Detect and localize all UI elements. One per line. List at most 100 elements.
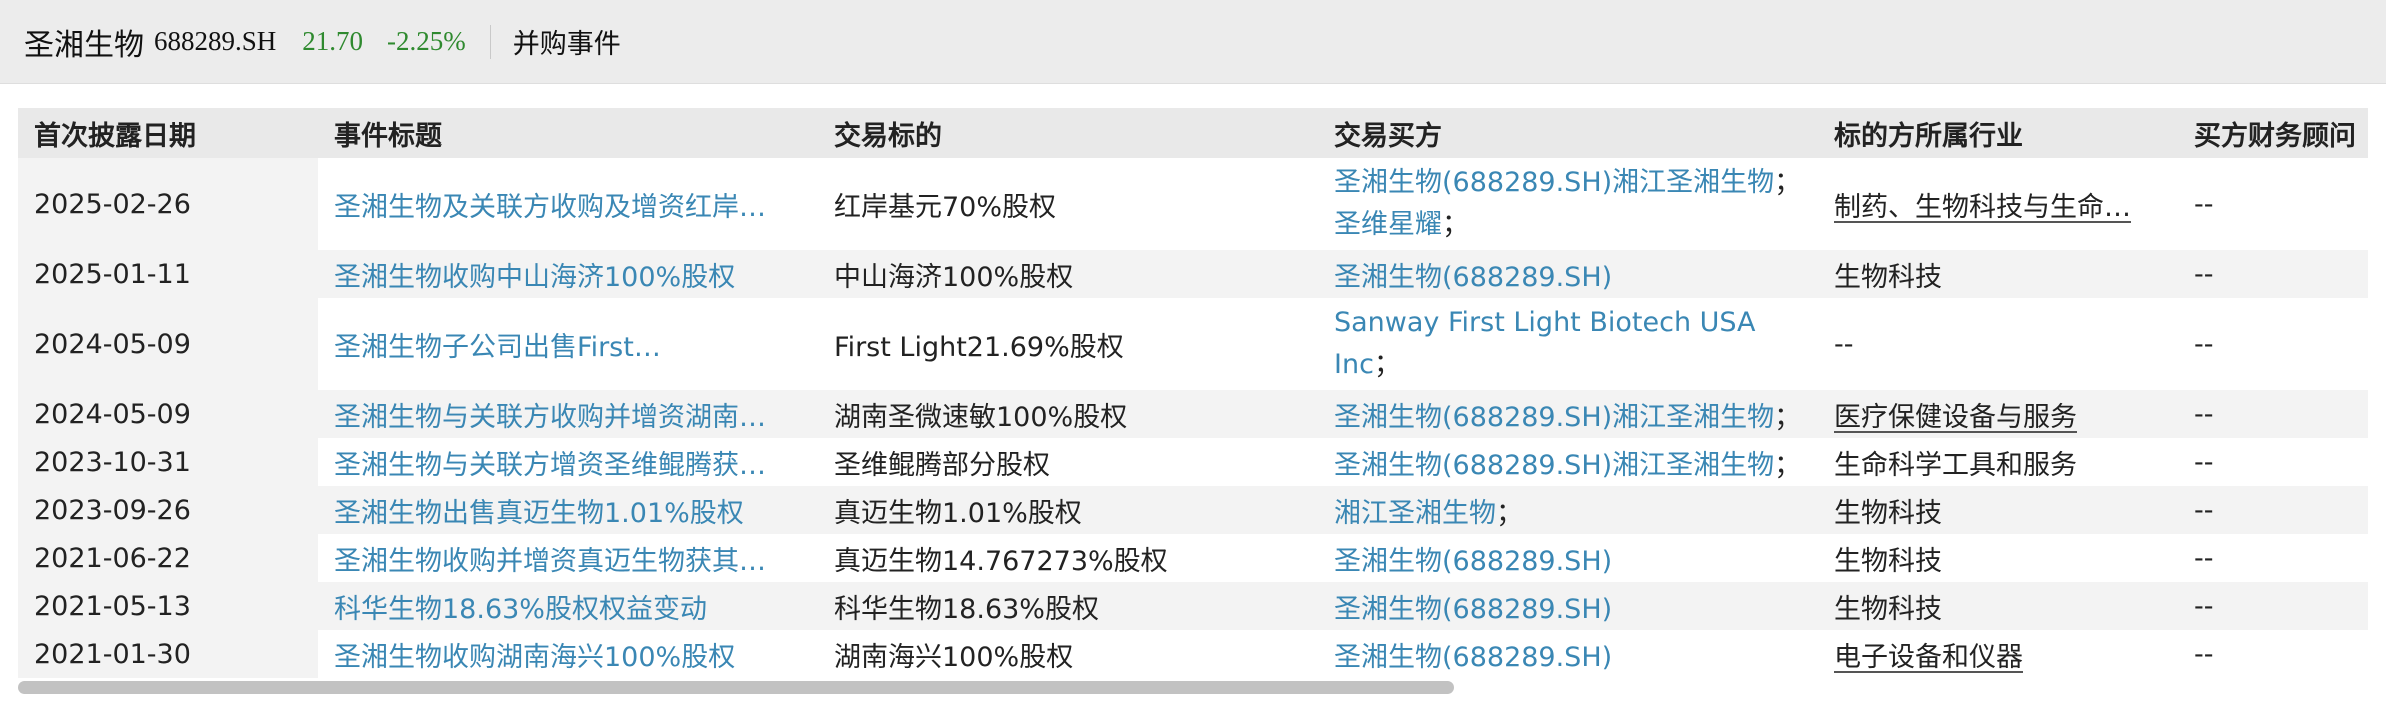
cell-advisor: --: [2178, 630, 2368, 678]
table-row: 2021-05-13 科华生物18.63%股权权益变动 科华生物18.63%股权…: [18, 582, 2368, 630]
table-row: 2023-09-26 圣湘生物出售真迈生物1.01%股权 真迈生物1.01%股权…: [18, 486, 2368, 534]
column-header-buyer[interactable]: 交易买方: [1318, 108, 1818, 158]
cell-advisor: --: [2178, 534, 2368, 582]
cell-title[interactable]: 圣湘生物收购湖南海兴100%股权: [318, 630, 818, 678]
table-header-row: 首次披露日期 事件标题 交易标的 交易买方 标的方所属行业 买方财务顾问: [18, 108, 2368, 158]
cell-date: 2021-05-13: [18, 582, 318, 630]
buyer-link[interactable]: 湘江圣湘生物: [1334, 498, 1496, 529]
buyer-separator: ；: [1774, 449, 1802, 481]
cell-date: 2023-10-31: [18, 438, 318, 486]
cell-target: 真迈生物14.767273%股权: [818, 534, 1318, 582]
cell-advisor: --: [2178, 438, 2368, 486]
table-row: 2025-02-26 圣湘生物及关联方收购及增资红岸… 红岸基元70%股权 圣湘…: [18, 158, 2368, 250]
cell-target: 湖南海兴100%股权: [818, 630, 1318, 678]
buyer-link[interactable]: 圣湘生物(688289.SH): [1334, 262, 1612, 293]
cell-industry: 医疗保健设备与服务: [1818, 390, 2178, 438]
buyer-separator: ；: [1373, 349, 1401, 380]
table-row: 2024-05-09 圣湘生物子公司出售First… First Light21…: [18, 298, 2368, 390]
event-title-link[interactable]: 圣湘生物收购并增资真迈生物获其…: [334, 546, 766, 577]
cell-title[interactable]: 圣湘生物及关联方收购及增资红岸…: [318, 158, 818, 250]
industry-link[interactable]: 医疗保健设备与服务: [1834, 402, 2077, 433]
cell-date: 2025-02-26: [18, 158, 318, 250]
stock-code: 688289.SH: [154, 26, 277, 56]
cell-title[interactable]: 圣湘生物收购中山海济100%股权: [318, 250, 818, 298]
cell-buyer: 圣湘生物(688289.SH): [1318, 582, 1818, 630]
column-header-industry[interactable]: 标的方所属行业: [1818, 108, 2178, 158]
cell-buyer: 圣湘生物(688289.SH)湘江圣湘生物； 圣维星耀；: [1318, 158, 1818, 250]
stock-price: 21.70: [302, 26, 364, 56]
cell-date: 2021-01-30: [18, 630, 318, 678]
column-header-title[interactable]: 事件标题: [318, 108, 818, 158]
table-row: 2024-05-09 圣湘生物与关联方收购并增资湖南… 湖南圣微速敏100%股权…: [18, 390, 2368, 438]
cell-title[interactable]: 圣湘生物子公司出售First…: [318, 298, 818, 390]
section-title: 并购事件: [512, 29, 621, 60]
cell-date: 2024-05-09: [18, 298, 318, 390]
cell-industry: 制药、生物科技与生命…: [1818, 158, 2178, 250]
buyer-link[interactable]: 圣湘生物(688289.SH): [1334, 594, 1612, 625]
event-title-link[interactable]: 圣湘生物子公司出售First…: [334, 332, 661, 363]
event-title-link[interactable]: 圣湘生物及关联方收购及增资红岸…: [334, 192, 766, 223]
event-title-link[interactable]: 圣湘生物与关联方收购并增资湖南…: [334, 402, 766, 433]
buyer-link[interactable]: 圣维星耀: [1334, 209, 1442, 240]
stock-header: 圣湘生物 688289.SH 21.70 -2.25% 并购事件: [0, 0, 2386, 84]
stock-name: 圣湘生物: [24, 27, 144, 63]
buyer-link[interactable]: 圣湘生物(688289.SH): [1334, 402, 1612, 433]
cell-date: 2024-05-09: [18, 390, 318, 438]
table-row: 2021-06-22 圣湘生物收购并增资真迈生物获其… 真迈生物14.76727…: [18, 534, 2368, 582]
cell-title[interactable]: 圣湘生物出售真迈生物1.01%股权: [318, 486, 818, 534]
cell-buyer: 圣湘生物(688289.SH)湘江圣湘生物；: [1318, 390, 1818, 438]
cell-title[interactable]: 圣湘生物与关联方收购并增资湖南…: [318, 390, 818, 438]
cell-industry: 生物科技: [1818, 250, 2178, 298]
buyer-link[interactable]: 湘江圣湘生物: [1612, 402, 1774, 433]
industry-link[interactable]: 制药、生物科技与生命…: [1834, 192, 2131, 223]
table-row: 2025-01-11 圣湘生物收购中山海济100%股权 中山海济100%股权 圣…: [18, 250, 2368, 298]
cell-industry: --: [1818, 298, 2178, 390]
buyer-separator: ；: [1774, 167, 1802, 198]
cell-buyer: 圣湘生物(688289.SH)湘江圣湘生物；: [1318, 438, 1818, 486]
cell-target: 红岸基元70%股权: [818, 158, 1318, 250]
cell-advisor: --: [2178, 298, 2368, 390]
cell-target: 圣维鲲腾部分股权: [818, 438, 1318, 486]
cell-title[interactable]: 圣湘生物收购并增资真迈生物获其…: [318, 534, 818, 582]
buyer-link[interactable]: 湘江圣湘生物: [1612, 167, 1774, 198]
cell-date: 2021-06-22: [18, 534, 318, 582]
cell-buyer: 湘江圣湘生物；: [1318, 486, 1818, 534]
industry-link[interactable]: 电子设备和仪器: [1834, 642, 2023, 673]
cell-target: 真迈生物1.01%股权: [818, 486, 1318, 534]
column-header-date[interactable]: 首次披露日期: [18, 108, 318, 158]
horizontal-scrollbar-thumb[interactable]: [18, 681, 1454, 694]
buyer-link[interactable]: 湘江圣湘生物: [1612, 450, 1774, 481]
cell-industry: 生物科技: [1818, 582, 2178, 630]
event-title-link[interactable]: 圣湘生物收购湖南海兴100%股权: [334, 642, 735, 673]
cell-title[interactable]: 圣湘生物与关联方增资圣维鲲腾获…: [318, 438, 818, 486]
table-row: 2021-01-30 圣湘生物收购湖南海兴100%股权 湖南海兴100%股权 圣…: [18, 630, 2368, 678]
buyer-link[interactable]: 圣湘生物(688289.SH): [1334, 546, 1612, 577]
cell-industry: 生命科学工具和服务: [1818, 438, 2178, 486]
event-title-link[interactable]: 圣湘生物出售真迈生物1.01%股权: [334, 498, 744, 529]
events-table-container[interactable]: 首次披露日期 事件标题 交易标的 交易买方 标的方所属行业 买方财务顾问 202…: [18, 108, 2368, 698]
cell-advisor: --: [2178, 250, 2368, 298]
column-header-advisor[interactable]: 买方财务顾问: [2178, 108, 2368, 158]
cell-advisor: --: [2178, 582, 2368, 630]
cell-target: First Light21.69%股权: [818, 298, 1318, 390]
buyer-separator: ；: [1442, 209, 1469, 240]
cell-advisor: --: [2178, 390, 2368, 438]
event-title-link[interactable]: 圣湘生物与关联方增资圣维鲲腾获…: [334, 450, 766, 481]
event-title-link[interactable]: 科华生物18.63%股权权益变动: [334, 594, 707, 625]
cell-advisor: --: [2178, 486, 2368, 534]
buyer-separator: ；: [1496, 497, 1523, 529]
cell-date: 2025-01-11: [18, 250, 318, 298]
cell-buyer: 圣湘生物(688289.SH): [1318, 250, 1818, 298]
cell-target: 科华生物18.63%股权: [818, 582, 1318, 630]
table-row: 2023-10-31 圣湘生物与关联方增资圣维鲲腾获… 圣维鲲腾部分股权 圣湘生…: [18, 438, 2368, 486]
header-divider: [489, 24, 491, 59]
column-header-target[interactable]: 交易标的: [818, 108, 1318, 158]
buyer-link[interactable]: 圣湘生物(688289.SH): [1334, 450, 1612, 481]
buyer-link[interactable]: 圣湘生物(688289.SH): [1334, 167, 1612, 198]
buyer-link[interactable]: 圣湘生物(688289.SH): [1334, 642, 1612, 673]
cell-target: 中山海济100%股权: [818, 250, 1318, 298]
event-title-link[interactable]: 圣湘生物收购中山海济100%股权: [334, 262, 735, 293]
events-table: 首次披露日期 事件标题 交易标的 交易买方 标的方所属行业 买方财务顾问 202…: [18, 108, 2368, 678]
cell-title[interactable]: 科华生物18.63%股权权益变动: [318, 582, 818, 630]
cell-industry: 生物科技: [1818, 534, 2178, 582]
